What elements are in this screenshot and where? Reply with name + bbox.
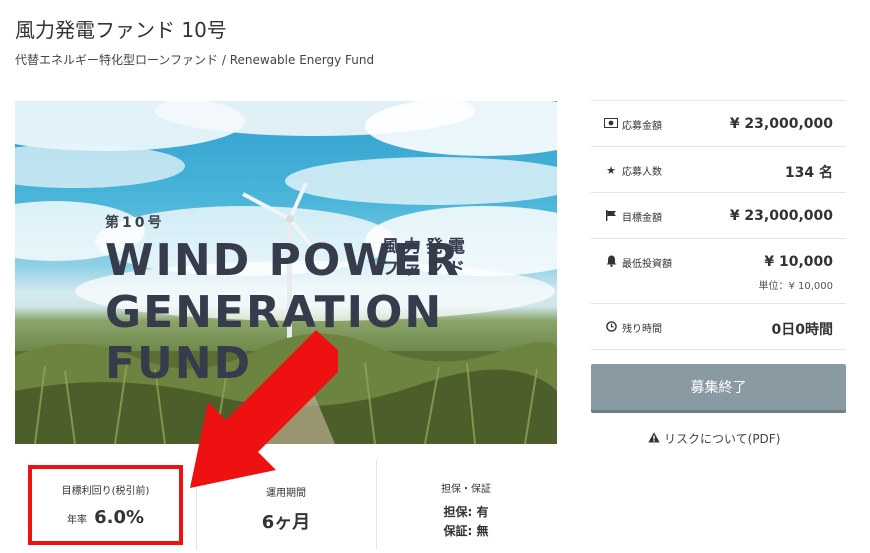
annotation-arrow-icon	[190, 330, 338, 488]
stat-row-applied-amount: 応募金額 ¥ 23,000,000	[591, 101, 846, 147]
hero-jp-line1: 風力発電	[382, 237, 470, 257]
risk-pdf-link[interactable]: リスクについて(PDF)	[648, 430, 780, 447]
stat-label: 応募金額	[622, 121, 662, 132]
stat-value: 134 名	[784, 165, 833, 181]
page-title: 風力発電ファンド 10号	[15, 18, 227, 42]
stat-row-target-amount: 目標金額 ¥ 23,000,000	[591, 193, 846, 239]
bell-icon	[604, 255, 618, 270]
stat-label: 最低投資額	[622, 259, 672, 270]
warning-icon	[648, 431, 660, 446]
page-subtitle: 代替エネルギー特化型ローンファンド / Renewable Energy Fun…	[15, 53, 375, 67]
stat-row-applicants: ★ 応募人数 134 名	[591, 147, 846, 193]
fund-stats-panel: 応募金額 ¥ 23,000,000 ★ 応募人数 134 名 目標金額 ¥ 23…	[591, 100, 846, 350]
clock-icon	[604, 320, 618, 335]
hero-jp-title: 風力発電 ファンド	[382, 236, 470, 280]
guarantee-line: 保証: 無	[443, 524, 489, 538]
stat-value: 0日0時間	[771, 322, 833, 338]
stat-value: ¥ 23,000,000	[729, 208, 833, 224]
money-icon	[604, 118, 618, 131]
stat-row-min-investment: 最低投資額 ¥ 10,000 単位：¥ 10,000	[591, 239, 846, 304]
stat-value: ¥ 23,000,000	[729, 116, 833, 132]
stat-value: ¥ 10,000	[764, 254, 833, 270]
star-icon: ★	[606, 164, 616, 177]
collateral-block: 担保・保証 担保: 有 保証: 無	[376, 460, 556, 539]
stat-label: 目標金額	[622, 213, 662, 224]
hero-fund-number: 第10号	[105, 215, 165, 231]
stat-row-time-remaining: 残り時間 0日0時間	[591, 304, 846, 350]
stat-label: 残り時間	[622, 324, 662, 335]
stat-sub-value: 単位：¥ 10,000	[758, 281, 833, 292]
flag-icon	[604, 209, 618, 224]
hero-jp-line2: ファンド	[382, 259, 470, 279]
recruitment-closed-button[interactable]: 募集終了	[591, 364, 846, 410]
collateral-line: 担保: 有	[443, 505, 489, 519]
risk-link-label: リスクについて(PDF)	[664, 432, 781, 446]
collateral-heading: 担保・保証	[441, 484, 491, 495]
annotation-highlight-box	[28, 465, 183, 545]
stat-label: 応募人数	[622, 167, 662, 178]
period-value: 6ヶ月	[261, 512, 311, 533]
